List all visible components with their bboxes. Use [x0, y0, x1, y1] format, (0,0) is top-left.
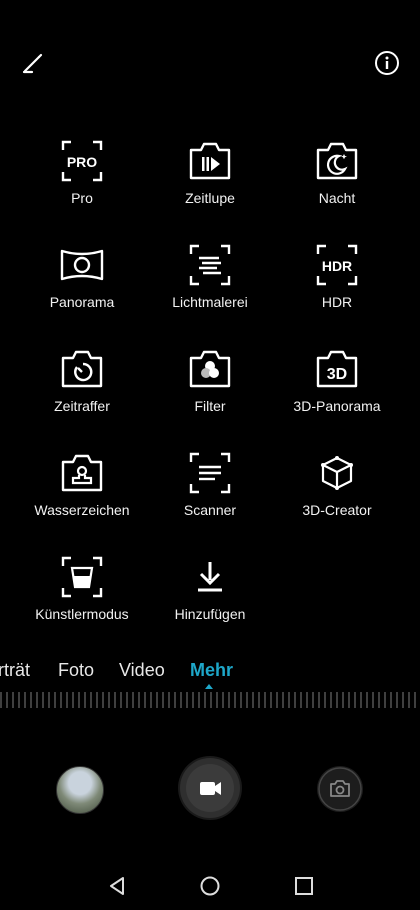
mode-hdr[interactable]: HDR HDR	[267, 242, 407, 310]
switch-camera-button[interactable]	[317, 766, 363, 812]
active-tab-indicator	[205, 684, 213, 689]
mode-scanner[interactable]: Scanner	[140, 450, 280, 518]
mode-label: Zeitraffer	[54, 398, 110, 414]
mode-label: 3D-Creator	[302, 502, 372, 518]
slow-motion-icon	[189, 142, 231, 180]
mode-label: Zeitlupe	[185, 190, 235, 206]
mode-label: Hinzufügen	[174, 606, 246, 622]
record-button[interactable]	[180, 758, 240, 818]
mode-label: Lichtmalerei	[172, 294, 248, 310]
info-icon[interactable]	[374, 50, 400, 76]
mode-watermark[interactable]: Wasserzeichen	[12, 450, 152, 518]
mode-panorama[interactable]: Panorama	[12, 242, 152, 310]
switch-camera-icon	[318, 767, 362, 811]
svg-text:HDR: HDR	[322, 258, 352, 274]
panorama-icon	[60, 249, 104, 281]
light-painting-icon	[189, 244, 231, 286]
gallery-thumbnail[interactable]	[56, 766, 104, 814]
mode-label: Pro	[71, 190, 93, 206]
svg-text:PRO: PRO	[67, 154, 97, 170]
night-icon	[316, 142, 358, 180]
mode-label: Scanner	[183, 502, 237, 518]
3d-panorama-icon: 3D	[316, 350, 358, 388]
scanner-icon	[189, 452, 231, 494]
download-icon	[198, 562, 222, 592]
mode-scroll-ruler[interactable]	[0, 692, 420, 708]
video-camera-icon	[200, 782, 221, 795]
mode-time-lapse[interactable]: Zeitraffer	[12, 346, 152, 414]
system-nav-bar	[0, 866, 420, 906]
pro-icon: PRO	[61, 140, 103, 182]
hdr-icon: HDR	[316, 244, 358, 286]
tab-portrait[interactable]: rträt	[0, 660, 30, 681]
tab-video[interactable]: Video	[119, 660, 165, 681]
mode-label: Wasserzeichen	[34, 502, 130, 518]
recents-icon[interactable]	[292, 874, 316, 898]
mode-3d-panorama[interactable]: 3D 3D-Panorama	[267, 346, 407, 414]
svg-text:3D: 3D	[327, 366, 347, 383]
back-icon[interactable]	[105, 874, 129, 898]
time-lapse-icon	[61, 350, 103, 388]
mode-label: Panorama	[49, 294, 115, 310]
top-bar	[0, 0, 420, 120]
3d-creator-icon	[321, 456, 353, 490]
mode-3d-creator[interactable]: 3D-Creator	[267, 450, 407, 518]
edit-icon[interactable]	[20, 50, 46, 76]
tab-foto[interactable]: Foto	[58, 660, 94, 681]
mode-label: Nacht	[318, 190, 356, 206]
mode-filter[interactable]: Filter	[140, 346, 280, 414]
mode-pro[interactable]: PRO Pro	[12, 138, 152, 206]
mode-label: Künstlermodus	[35, 606, 129, 622]
mode-night[interactable]: Nacht	[267, 138, 407, 206]
mode-label: 3D-Panorama	[293, 398, 381, 414]
artist-mode-icon	[61, 556, 103, 598]
mode-label: HDR	[321, 294, 353, 310]
home-icon[interactable]	[198, 874, 222, 898]
watermark-icon	[61, 454, 103, 492]
mode-slow-motion[interactable]: Zeitlupe	[140, 138, 280, 206]
mode-add[interactable]: Hinzufügen	[140, 554, 280, 622]
mode-label: Filter	[194, 398, 226, 414]
mode-light-painting[interactable]: Lichtmalerei	[140, 242, 280, 310]
tab-mehr[interactable]: Mehr	[190, 660, 233, 681]
filter-icon	[189, 350, 231, 388]
mode-artist[interactable]: Künstlermodus	[12, 554, 152, 622]
